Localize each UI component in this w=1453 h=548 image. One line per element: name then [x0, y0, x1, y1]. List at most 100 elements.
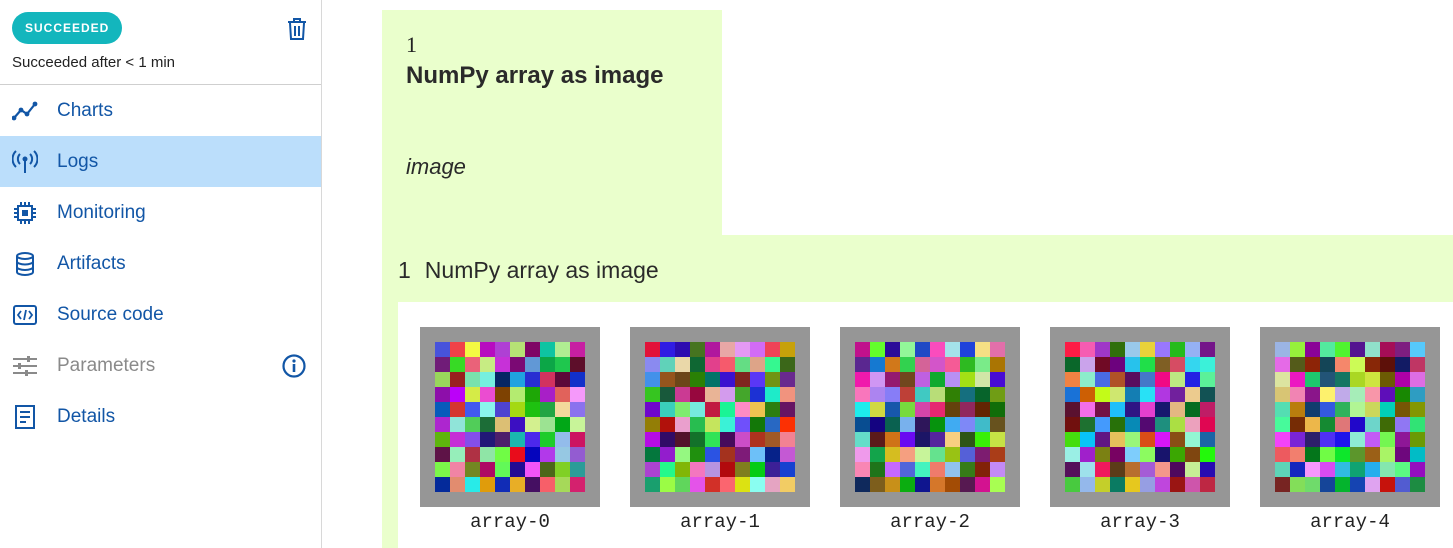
image-pixel	[435, 402, 450, 417]
sidebar-item-logs[interactable]: Logs	[0, 136, 321, 187]
image-pixel	[705, 447, 720, 462]
image-pixel	[705, 342, 720, 357]
image-pixel	[930, 372, 945, 387]
image-pixel	[465, 342, 480, 357]
sidebar-item-details[interactable]: Details	[0, 391, 321, 442]
image-pixel	[900, 447, 915, 462]
output-cell: 1 NumPy array as image array-0 array-1 ar…	[382, 235, 1453, 548]
image-pixel	[990, 357, 1005, 372]
image-pixel	[780, 417, 795, 432]
image-pixel	[750, 372, 765, 387]
noise-image	[855, 342, 1005, 492]
image-pixel	[855, 387, 870, 402]
image-pixel	[1080, 462, 1095, 477]
sidebar-item-artifacts[interactable]: Artifacts	[0, 238, 321, 289]
image-pixel	[885, 447, 900, 462]
image-pixel	[1095, 372, 1110, 387]
image-pixel	[765, 477, 780, 492]
image-pixel	[690, 357, 705, 372]
image-pixel	[750, 462, 765, 477]
image-pixel	[480, 477, 495, 492]
image-pixel	[1395, 447, 1410, 462]
image-pixel	[645, 447, 660, 462]
image-thumb[interactable]: array-2	[840, 327, 1020, 533]
image-pixel	[525, 387, 540, 402]
sidebar-item-source-code[interactable]: Source code	[0, 289, 321, 340]
image-pixel	[1350, 402, 1365, 417]
image-pixel	[510, 462, 525, 477]
image-pixel	[1065, 462, 1080, 477]
image-pixel	[1365, 462, 1380, 477]
image-pixel	[540, 342, 555, 357]
image-pixel	[1305, 372, 1320, 387]
sidebar-item-label: Charts	[57, 99, 113, 121]
sidebar-item-monitoring[interactable]: Monitoring	[0, 187, 321, 238]
image-pixel	[1290, 342, 1305, 357]
image-pixel	[750, 477, 765, 492]
image-pixel	[675, 447, 690, 462]
image-pixel	[450, 342, 465, 357]
image-pixel	[960, 432, 975, 447]
image-pixel	[525, 462, 540, 477]
image-pixel	[450, 447, 465, 462]
image-pixel	[975, 342, 990, 357]
image-pixel	[540, 387, 555, 402]
image-pixel	[885, 357, 900, 372]
image-pixel	[960, 447, 975, 462]
image-pixel	[645, 462, 660, 477]
image-pixel	[945, 372, 960, 387]
image-pixel	[750, 342, 765, 357]
image-pixel	[690, 477, 705, 492]
trash-icon[interactable]	[286, 17, 308, 41]
image-pixel	[660, 387, 675, 402]
image-pixel	[960, 372, 975, 387]
image-pixel	[660, 447, 675, 462]
image-pixel	[1335, 357, 1350, 372]
image-thumb[interactable]: array-3	[1050, 327, 1230, 533]
image-thumb[interactable]: array-4	[1260, 327, 1440, 533]
image-pixel	[1125, 432, 1140, 447]
image-pixel	[975, 372, 990, 387]
image-pixel	[540, 372, 555, 387]
image-pixel	[930, 357, 945, 372]
image-pixel	[870, 357, 885, 372]
image-pixel	[705, 387, 720, 402]
image-pixel	[480, 402, 495, 417]
image-pixel	[495, 432, 510, 447]
image-pixel	[855, 417, 870, 432]
image-pixel	[1380, 417, 1395, 432]
image-pixel	[570, 372, 585, 387]
image-thumb[interactable]: array-0	[420, 327, 600, 533]
image-frame	[1260, 327, 1440, 507]
image-pixel	[1410, 357, 1425, 372]
image-pixel	[1140, 357, 1155, 372]
image-pixel	[885, 342, 900, 357]
sidebar-item-charts[interactable]: Charts	[0, 85, 321, 136]
image-pixel	[1365, 387, 1380, 402]
image-thumb[interactable]: array-1	[630, 327, 810, 533]
image-pixel	[660, 477, 675, 492]
image-pixel	[1170, 387, 1185, 402]
info-icon[interactable]	[281, 353, 307, 379]
image-pixel	[555, 417, 570, 432]
image-pixel	[1380, 387, 1395, 402]
image-pixel	[1275, 462, 1290, 477]
image-pixel	[1305, 387, 1320, 402]
image-pixel	[1185, 462, 1200, 477]
image-pixel	[720, 387, 735, 402]
image-pixel	[1125, 477, 1140, 492]
image-pixel	[1095, 357, 1110, 372]
image-pixel	[690, 402, 705, 417]
image-pixel	[510, 477, 525, 492]
image-pixel	[435, 357, 450, 372]
image-pixel	[1065, 342, 1080, 357]
image-pixel	[675, 372, 690, 387]
image-frame	[1050, 327, 1230, 507]
image-pixel	[855, 342, 870, 357]
image-pixel	[930, 477, 945, 492]
cell-number: 1	[406, 32, 417, 57]
sidebar-item-parameters[interactable]: Parameters	[0, 340, 321, 391]
image-pixel	[1395, 342, 1410, 357]
image-pixel	[765, 357, 780, 372]
image-pixel	[750, 417, 765, 432]
